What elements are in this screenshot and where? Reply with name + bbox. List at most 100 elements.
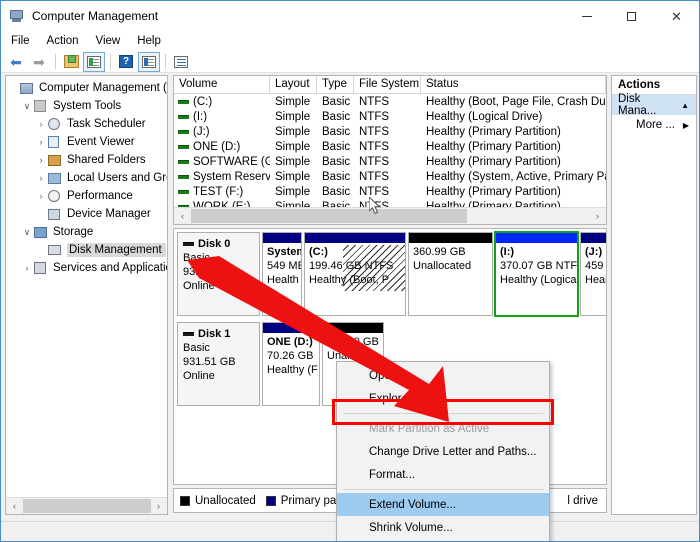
properties-icon[interactable] — [170, 52, 192, 72]
show-hide-action-pane-icon[interactable] — [138, 52, 160, 72]
sidebar-item-label: Performance — [67, 190, 133, 202]
disk-info-panel[interactable]: Disk 0Basic931.51 GBOnline — [177, 232, 260, 316]
legend-item: l drive — [567, 495, 598, 507]
partition-block[interactable]: (J:)459 MEHealth — [580, 232, 607, 316]
partition-block[interactable]: (I:)370.07 GB NTFSHealthy (Logica — [495, 232, 578, 316]
sidebar-item-computer-management-local[interactable]: Computer Management (Local — [6, 79, 167, 97]
volume-row[interactable]: TEST (F:)SimpleBasicNTFSHealthy (Primary… — [174, 184, 606, 199]
console-tree: Computer Management (Local∨System Tools›… — [6, 76, 167, 277]
sidebar-item-label: Task Scheduler — [67, 118, 146, 130]
menu-view[interactable]: View — [93, 33, 130, 49]
chevron-up-icon[interactable]: ▲ — [681, 101, 689, 110]
toolbar-separator-2 — [110, 54, 111, 69]
sidebar-scroll-thumb[interactable] — [23, 499, 151, 513]
sidebar-scroll-track[interactable] — [23, 498, 150, 514]
sidebar-item-shared-folders[interactable]: ›Shared Folders — [6, 151, 167, 169]
partition-block[interactable]: System549 MEHealth — [262, 232, 302, 316]
show-hide-console-tree-icon[interactable] — [83, 52, 105, 72]
folder-up-icon[interactable] — [60, 52, 82, 72]
volume-column-header-file-system[interactable]: File System — [354, 76, 421, 93]
chevron-right-icon[interactable]: › — [34, 155, 48, 165]
disk-icon — [183, 332, 194, 336]
context-menu-item-explore[interactable]: Explore — [337, 387, 549, 410]
sidebar-item-services-and-applications[interactable]: ›Services and Applications — [6, 259, 167, 277]
volume-status-cell: Healthy (Primary Partition) — [421, 126, 606, 138]
context-menu-item-open[interactable]: Open — [337, 364, 549, 387]
partition-block[interactable]: 360.99 GBUnallocated — [408, 232, 493, 316]
volume-name-label: (C:) — [193, 96, 212, 108]
sidebar-item-disk-management[interactable]: Disk Management — [6, 241, 167, 259]
sidebar-item-task-scheduler[interactable]: › Task Scheduler — [6, 115, 167, 133]
sidebar-item-system-tools[interactable]: ∨System Tools — [6, 97, 167, 115]
context-menu-separator — [343, 489, 543, 490]
context-menu-item-shrink-volume[interactable]: Shrink Volume... — [337, 516, 549, 539]
volume-column-header-type[interactable]: Type — [317, 76, 354, 93]
menu-action[interactable]: Action — [44, 33, 88, 49]
volume-status-cell: Healthy (System, Active, Primary Partiti… — [421, 171, 606, 183]
volume-layout-cell: Simple — [270, 156, 317, 168]
sidebar-item-device-manager[interactable]: Device Manager — [6, 205, 167, 223]
minimize-button[interactable] — [564, 1, 609, 31]
volume-type-cell: Basic — [317, 171, 354, 183]
back-arrow-icon[interactable]: ⬅ — [5, 52, 27, 72]
context-menu-item-format[interactable]: Format... — [337, 463, 549, 486]
volume-list: VolumeLayoutTypeFile SystemStatus (C:)Si… — [173, 75, 607, 225]
maximize-button[interactable] — [609, 1, 654, 31]
volume-column-header-volume[interactable]: Volume — [174, 76, 270, 93]
partition-color-bar — [323, 323, 383, 333]
chevron-right-icon[interactable]: › — [34, 173, 48, 183]
partition-status: Health — [267, 273, 301, 287]
volume-scroll-right-button[interactable]: › — [589, 208, 606, 224]
sidebar-horizontal-scrollbar[interactable]: ‹ › — [6, 497, 167, 514]
chevron-right-icon[interactable]: › — [20, 263, 34, 273]
partition-label: ONE (D:) — [267, 335, 319, 349]
context-menu-item-change-drive-letter-and-paths[interactable]: Change Drive Letter and Paths... — [337, 440, 549, 463]
volume-row[interactable]: ONE (D:)SimpleBasicNTFSHealthy (Primary … — [174, 139, 606, 154]
partition-size: 70.26 GB — [267, 349, 319, 363]
menu-help[interactable]: Help — [134, 33, 170, 49]
menu-bar: File Action View Help — [1, 31, 699, 51]
partition-status: Healthy (F — [267, 363, 319, 377]
action-more[interactable]: More ... ▶ — [612, 115, 696, 135]
chevron-right-icon[interactable]: › — [34, 119, 48, 129]
system-tools-icon — [34, 99, 49, 113]
sidebar-scroll-left-button[interactable]: ‹ — [6, 498, 23, 514]
help-icon[interactable]: ? — [115, 52, 137, 72]
sidebar-item-local-users-and-groups[interactable]: ›Local Users and Groups — [6, 169, 167, 187]
close-button[interactable]: ✕ — [654, 1, 699, 31]
partition-text: (J:)459 MEHealth — [581, 243, 607, 287]
volume-row[interactable]: SOFTWARE (G:)SimpleBasicNTFSHealthy (Pri… — [174, 154, 606, 169]
partition-block[interactable]: ONE (D:)70.26 GBHealthy (F — [262, 322, 320, 406]
context-menu[interactable]: OpenExploreMark Partition as ActiveChang… — [336, 361, 550, 542]
partition-text: (C:)199.46 GB NTFSHealthy (Boot, P — [305, 243, 405, 287]
action-disk-management[interactable]: Disk Mana... ▲ — [612, 95, 696, 115]
volume-column-header-layout[interactable]: Layout — [270, 76, 317, 93]
forward-arrow-icon[interactable]: ➡ — [28, 52, 50, 72]
volume-scroll-track[interactable] — [191, 208, 589, 224]
sidebar-item-performance[interactable]: › Performance — [6, 187, 167, 205]
chevron-right-icon[interactable]: › — [34, 191, 48, 201]
volume-row[interactable]: (C:)SimpleBasicNTFSHealthy (Boot, Page F… — [174, 94, 606, 109]
chevron-right-icon[interactable]: ▶ — [683, 121, 689, 130]
chevron-down-icon[interactable]: ∨ — [20, 101, 34, 112]
partition-block[interactable]: (C:)199.46 GB NTFSHealthy (Boot, P — [304, 232, 406, 316]
volume-row[interactable]: System ReservedSimpleBasicNTFSHealthy (S… — [174, 169, 606, 184]
partition-status: Healthy (Boot, P — [309, 273, 405, 287]
sidebar-scroll-right-button[interactable]: › — [150, 498, 167, 514]
volume-list-horizontal-scrollbar[interactable]: ‹ › — [174, 207, 606, 224]
local-users-icon — [48, 171, 63, 185]
context-menu-item-extend-volume[interactable]: Extend Volume... — [337, 493, 549, 516]
sidebar-item-event-viewer[interactable]: ›Event Viewer — [6, 133, 167, 151]
menu-file[interactable]: File — [8, 33, 39, 49]
sidebar-item-storage[interactable]: ∨Storage — [6, 223, 167, 241]
chevron-down-icon[interactable]: ∨ — [20, 227, 34, 238]
chevron-right-icon[interactable]: › — [34, 137, 48, 147]
volume-icon — [178, 130, 189, 134]
volume-row[interactable]: (I:)SimpleBasicNTFSHealthy (Logical Driv… — [174, 109, 606, 124]
volume-scroll-left-button[interactable]: ‹ — [174, 208, 191, 224]
volume-status-cell: Healthy (Primary Partition) — [421, 186, 606, 198]
volume-scroll-thumb[interactable] — [191, 209, 467, 223]
volume-column-header-status[interactable]: Status — [421, 76, 606, 93]
disk-info-panel[interactable]: Disk 1Basic931.51 GBOnline — [177, 322, 260, 406]
volume-row[interactable]: (J:)SimpleBasicNTFSHealthy (Primary Part… — [174, 124, 606, 139]
